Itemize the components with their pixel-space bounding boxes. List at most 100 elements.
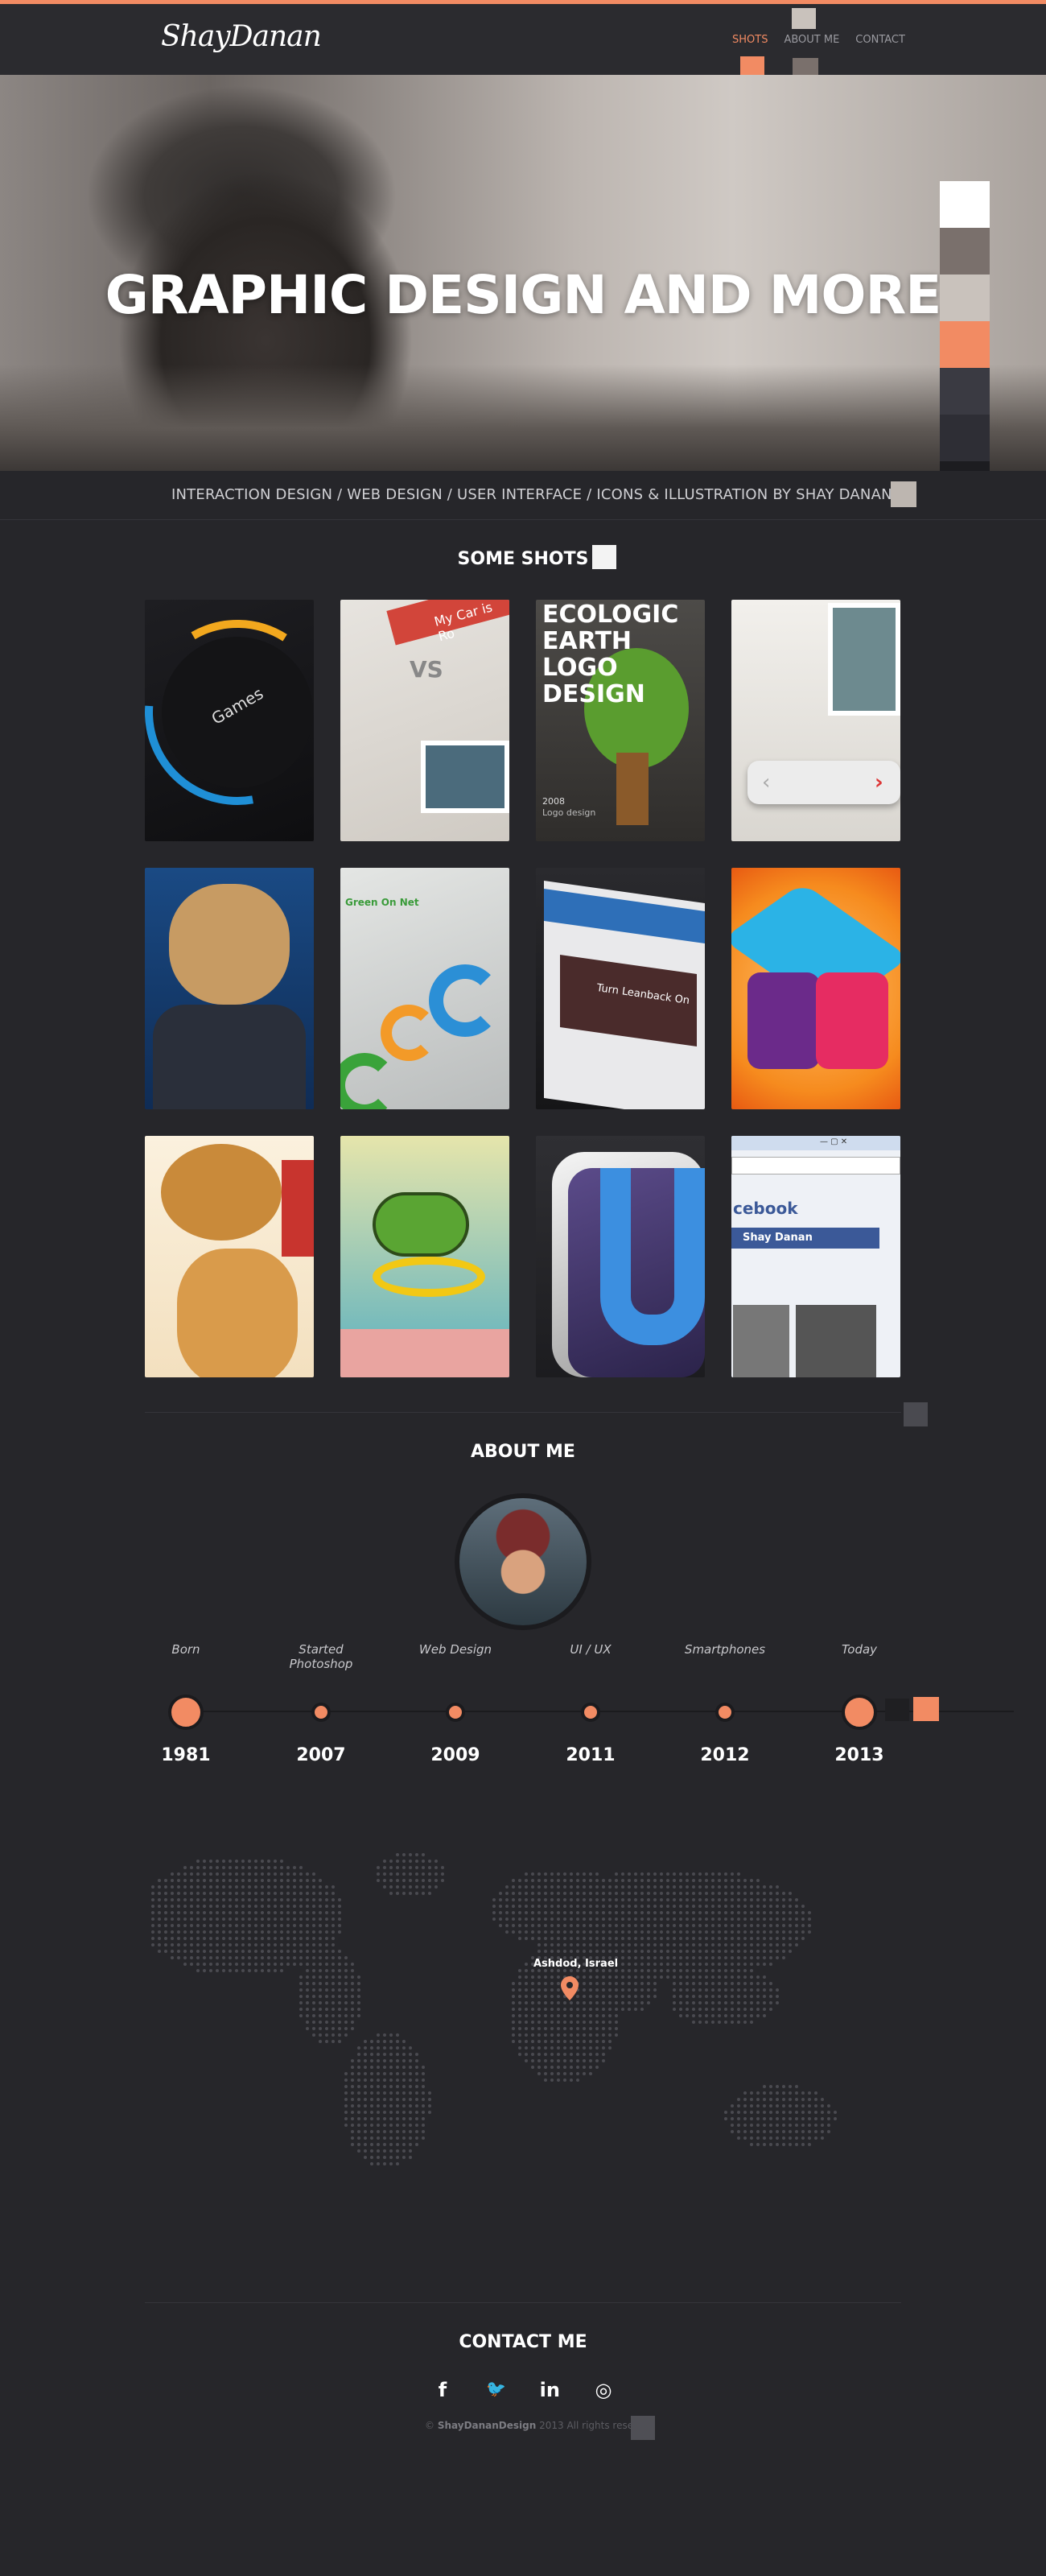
shot-card[interactable]: ECOLOGIC EARTH LOGO DESIGN 2008 Logo des…	[536, 600, 705, 841]
timeline-item: Started Photoshop 2007	[273, 1642, 369, 1765]
logo-g-orange	[381, 1005, 437, 1061]
bull-head	[169, 884, 290, 1005]
tagline-text: INTERACTION DESIGN / WEB DESIGN / USER I…	[171, 486, 892, 503]
palette-swatch	[940, 368, 990, 415]
window-titlebar	[731, 1136, 900, 1150]
hero-photo-ground	[0, 365, 1046, 471]
shots-grid: Games My Car is Ro VS ECOLOGIC EARTH LOG…	[145, 600, 901, 1377]
contact-title-text: CONTACT ME	[459, 2332, 587, 2352]
nav-shots[interactable]: SHOTS	[732, 34, 768, 46]
shot-card[interactable]	[340, 1136, 509, 1377]
swim-ring	[373, 1257, 485, 1297]
logo-g-blue	[429, 964, 501, 1037]
timeline-label: Started Photoshop	[289, 1642, 353, 1671]
timeline-dot[interactable]	[715, 1703, 735, 1722]
bull-suit	[153, 1005, 306, 1109]
shot-card[interactable]: My Car is Ro VS	[340, 600, 509, 841]
shot-card[interactable]	[145, 868, 314, 1109]
color-swatch	[891, 481, 916, 507]
social-links: f 🐦 in ◎	[426, 2379, 620, 2401]
nav-about-me[interactable]: ABOUT ME	[784, 34, 839, 46]
about-title: ABOUT ME	[0, 1442, 1046, 1462]
avatar	[455, 1493, 591, 1630]
palette-swatch	[940, 321, 990, 368]
hero-banner: GRAPHIC DESIGN AND MORE	[0, 75, 1046, 471]
tree-trunk	[616, 753, 649, 825]
timeline-item: Today 2013	[811, 1642, 908, 1765]
copyright-symbol: ©	[425, 2420, 438, 2431]
timeline-dot[interactable]	[311, 1703, 331, 1722]
nav-contact[interactable]: CONTACT	[855, 34, 905, 46]
shot-year: 2008	[542, 796, 565, 807]
timeline-item: UI / UX 2011	[542, 1642, 639, 1765]
main-nav: SHOTS ABOUT ME CONTACT	[732, 34, 905, 46]
map-pin-icon[interactable]	[561, 1976, 579, 2000]
timeline-dot[interactable]	[842, 1695, 877, 1730]
site-logo[interactable]: ShayDanan	[161, 20, 322, 53]
fb-photo	[733, 1305, 789, 1377]
timeline-year: 2012	[700, 1745, 750, 1765]
color-palette	[940, 181, 990, 471]
shot-card[interactable]: Games	[145, 600, 314, 841]
camel-head	[161, 1144, 282, 1241]
palette-swatch	[940, 228, 990, 275]
world-map	[151, 1853, 837, 2165]
logo-g-green	[340, 1053, 397, 1109]
section-divider	[145, 2302, 901, 2303]
shot-caption: Shay Danan	[743, 1232, 813, 1244]
shot-card[interactable]	[731, 868, 900, 1109]
timeline-dot[interactable]	[581, 1703, 600, 1722]
window-controls: — ▢ ✕	[820, 1137, 848, 1146]
shot-caption: ECOLOGIC EARTH LOGO DESIGN	[542, 601, 679, 708]
facebook-icon[interactable]: f	[426, 2379, 459, 2401]
camel-flag	[282, 1160, 314, 1257]
color-swatch	[904, 1402, 928, 1426]
linkedin-icon[interactable]: in	[533, 2379, 566, 2401]
tagline-bar: INTERACTION DESIGN / WEB DESIGN / USER I…	[0, 473, 1046, 520]
hero-title: GRAPHIC DESIGN AND MORE	[105, 264, 942, 326]
timeline-item: Smartphones 2012	[677, 1642, 773, 1765]
timeline-year: 2009	[430, 1745, 480, 1765]
shot-card[interactable]: Turn Leanback On	[536, 868, 705, 1109]
color-swatch	[885, 1699, 909, 1721]
timeline-dot[interactable]	[446, 1703, 465, 1722]
palette-swatch	[940, 461, 990, 471]
timeline: Born 1981 Started Photoshop 2007 Web Des…	[161, 1642, 1014, 1787]
color-swatch	[913, 1697, 939, 1721]
twitter-icon[interactable]: 🐦	[480, 2379, 513, 2401]
copyright: © ShayDananDesign 2013 All rights reserv…	[425, 2420, 655, 2431]
timeline-year: 2013	[834, 1745, 884, 1765]
palette-swatch	[940, 275, 990, 321]
shot-card[interactable]	[145, 1136, 314, 1377]
copyright-brand[interactable]: ShayDananDesign	[438, 2420, 536, 2431]
timeline-year: 2011	[566, 1745, 616, 1765]
timeline-dot[interactable]	[168, 1695, 204, 1730]
shot-card[interactable]: Green On Net	[340, 868, 509, 1109]
arrow-right-icon: ›	[875, 770, 883, 795]
shot-photo	[828, 603, 900, 716]
timeline-label: Web Design	[418, 1642, 492, 1657]
frog-head	[373, 1192, 469, 1257]
palette-swatch	[940, 181, 990, 228]
palette-swatch	[940, 415, 990, 461]
contact-title: CONTACT ME	[0, 2332, 1046, 2352]
shot-card[interactable]: — ▢ ✕ cebook Shay Danan	[731, 1136, 900, 1377]
shot-subtitle: Logo design	[542, 807, 596, 818]
shot-caption: Green On Net	[345, 897, 419, 908]
timeline-item: Born 1981	[138, 1642, 234, 1765]
dribbble-icon[interactable]: ◎	[587, 2379, 620, 2401]
address-bar	[731, 1157, 900, 1174]
timeline-year: 1981	[161, 1745, 211, 1765]
shot-card[interactable]	[536, 1136, 705, 1377]
shot-card[interactable]: › ‹	[731, 600, 900, 841]
timeline-label: Today	[841, 1642, 878, 1657]
cube-right	[816, 972, 888, 1069]
color-swatch	[792, 8, 816, 29]
shots-title: SOME SHOTS	[0, 549, 1046, 569]
shots-title-text: SOME SHOTS	[457, 549, 589, 569]
timeline-label: Born	[171, 1642, 200, 1657]
vs-badge: VS	[410, 656, 443, 683]
cube-left	[747, 972, 820, 1069]
title-swatch	[592, 545, 616, 569]
timeline-label: Smartphones	[684, 1642, 766, 1657]
